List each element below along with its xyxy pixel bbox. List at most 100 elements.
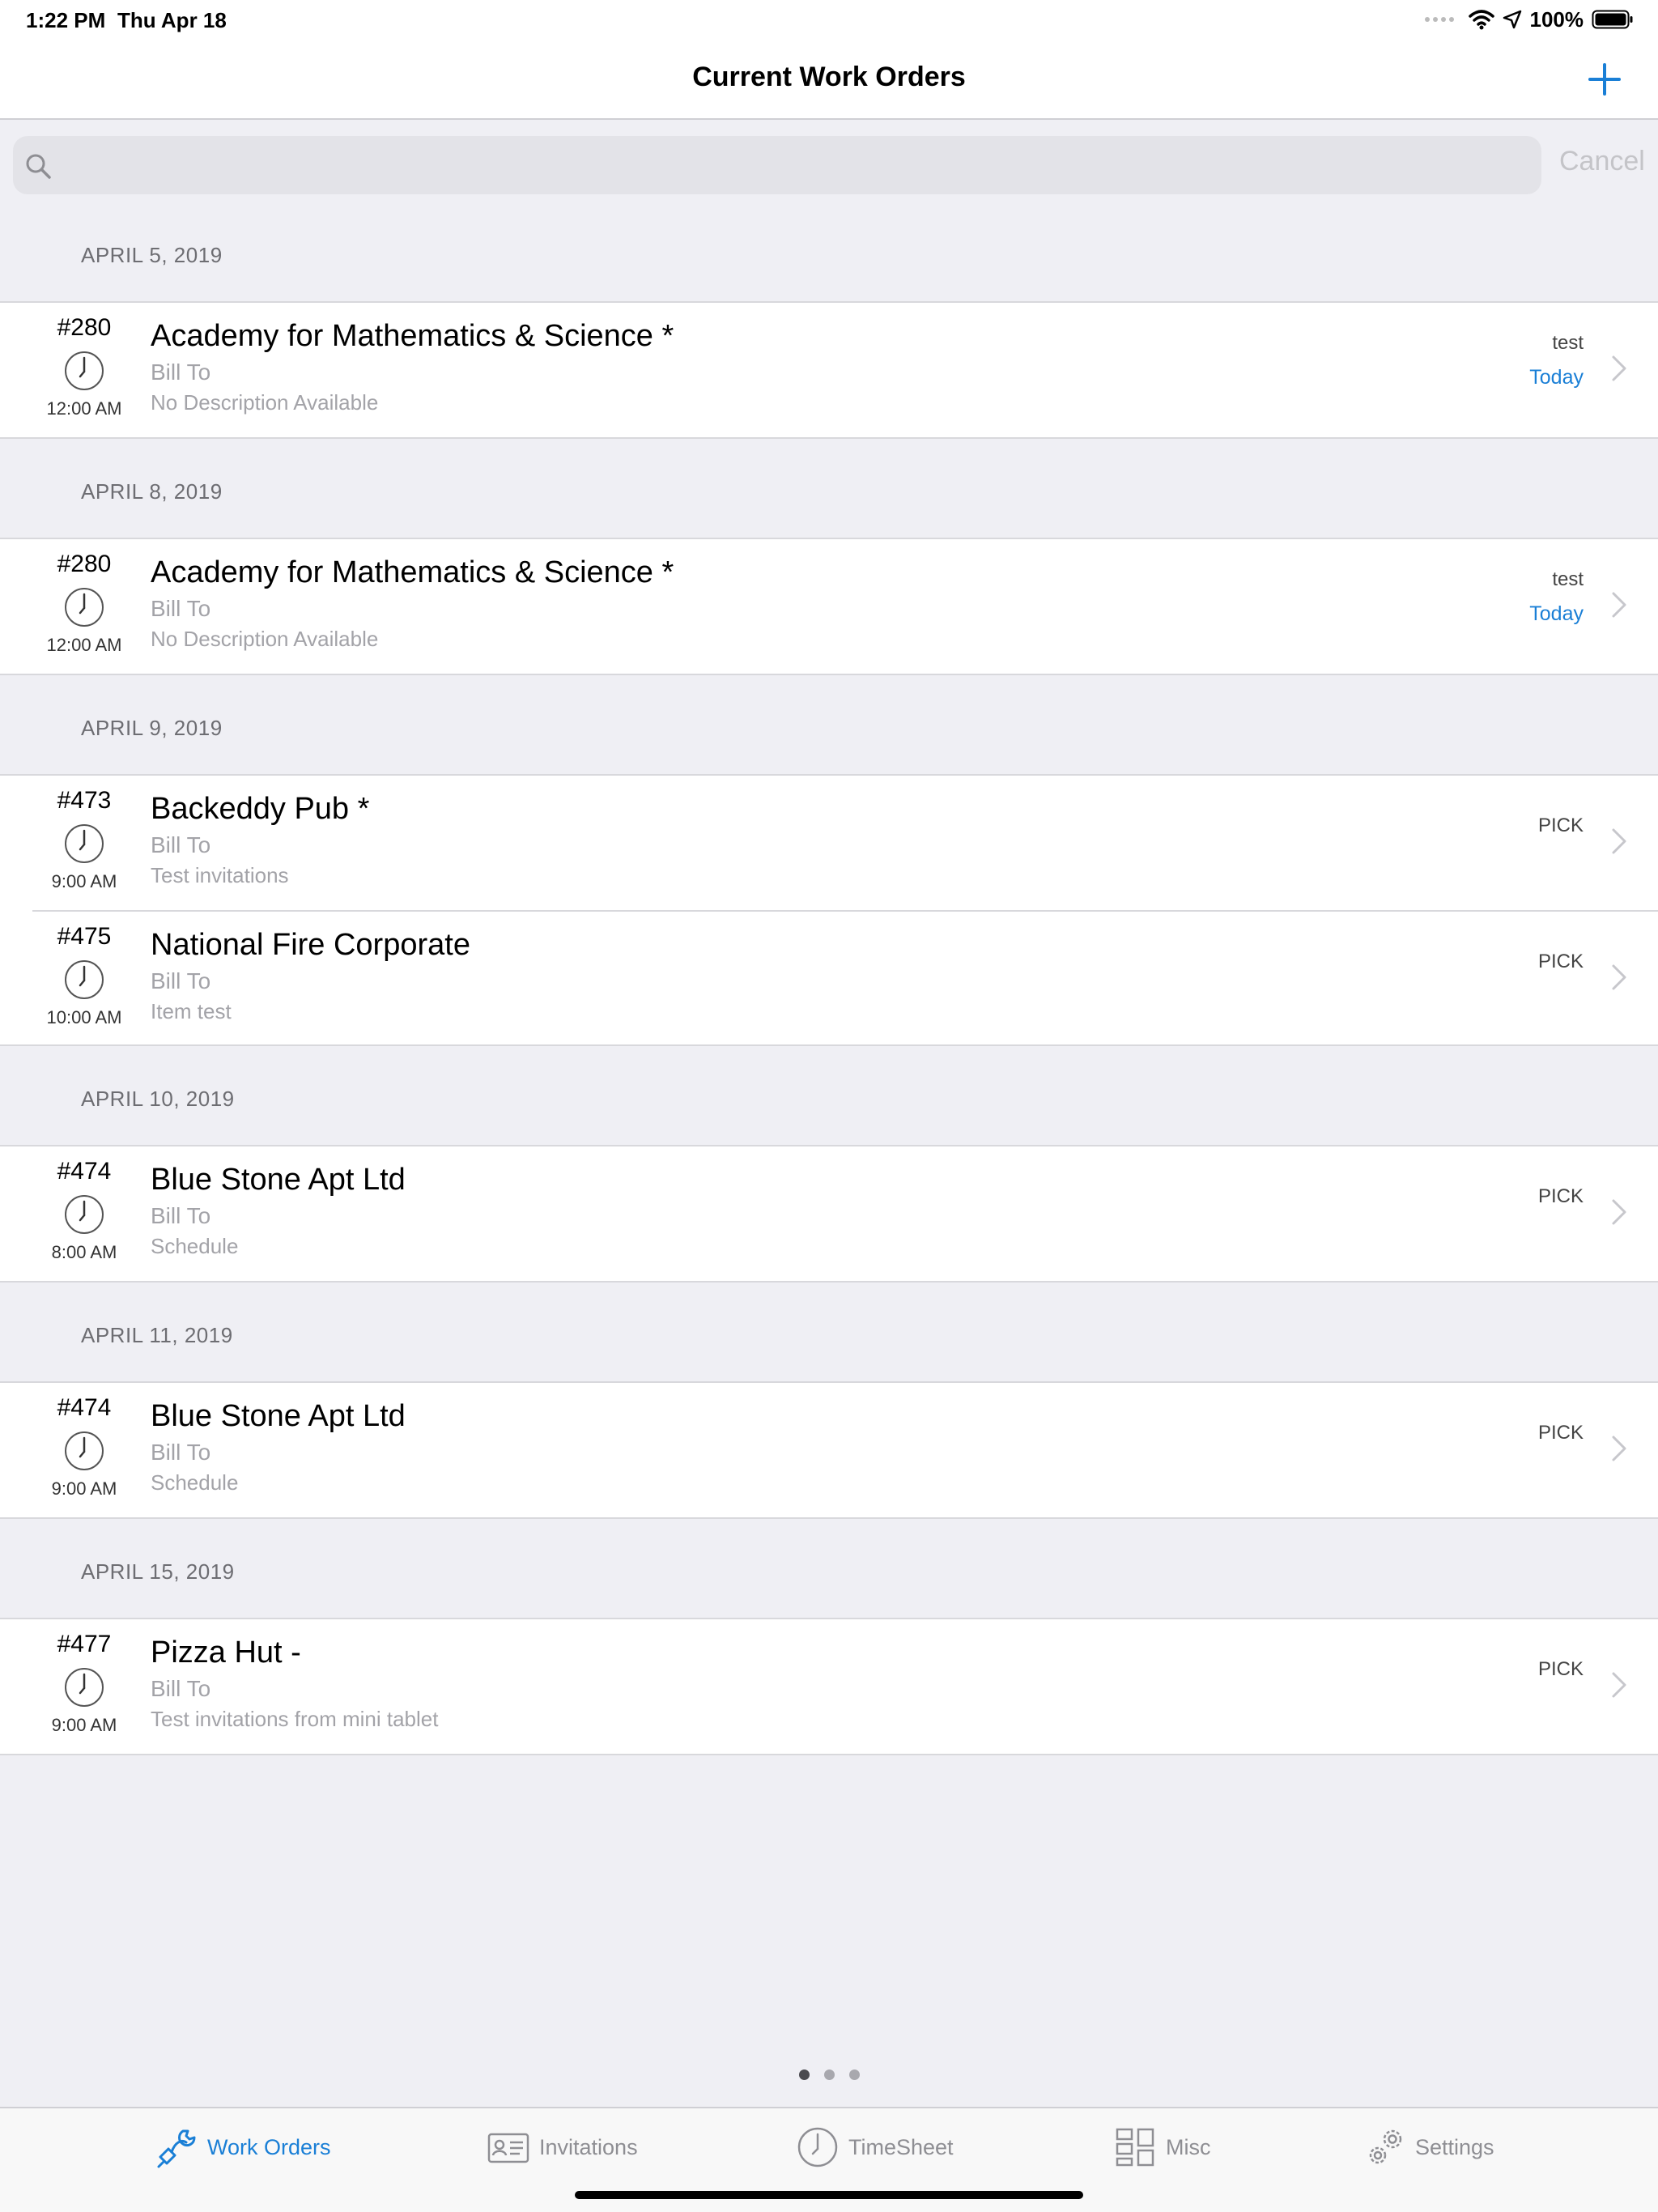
page-title: Current Work Orders <box>692 62 966 92</box>
clock-icon <box>65 1668 104 1707</box>
work-order-number: #474 <box>57 1394 112 1421</box>
clock-icon <box>65 1195 104 1234</box>
gears-icon <box>1369 2129 1402 2164</box>
chevron-right-icon <box>1612 1436 1626 1461</box>
search-icon <box>26 154 51 179</box>
navigation-bar: Current Work Orders <box>0 39 1658 120</box>
signal-icon <box>1424 17 1454 22</box>
bill-to-label: Bill To <box>151 1203 211 1228</box>
page-indicator[interactable] <box>0 2069 1658 2080</box>
section-rows: #280 12:00 AM Academy for Mathematics & Sc… <box>0 538 1658 675</box>
tab-work-orders[interactable]: Work Orders <box>154 2125 331 2170</box>
tab-timesheet[interactable]: TimeSheet <box>795 2125 954 2170</box>
section-date: APRIL 10, 2019 <box>81 1087 235 1111</box>
tab-label: TimeSheet <box>848 2134 954 2159</box>
tab-settings[interactable]: Settings <box>1362 2125 1494 2170</box>
section-rows: #477 9:00 AM Pizza Hut - Bill To Test invita… <box>0 1618 1658 1755</box>
section-header: APRIL 9, 2019 <box>0 675 1658 774</box>
work-order-time: 9:00 AM <box>51 1478 117 1499</box>
work-order-number: #280 <box>57 314 112 341</box>
section-header: APRIL 8, 2019 <box>0 439 1658 538</box>
section-header: APRIL 11, 2019 <box>0 1283 1658 1381</box>
search-input[interactable] <box>63 144 1520 186</box>
add-work-order-button[interactable] <box>1582 57 1627 102</box>
bill-to-label: Bill To <box>151 1676 211 1701</box>
work-order-number: #475 <box>57 923 112 950</box>
page-dot <box>823 2069 835 2080</box>
clock-icon <box>65 824 104 863</box>
tab-label: Invitations <box>539 2134 638 2159</box>
work-order-description: No Description Available <box>151 390 379 415</box>
work-order-description: Test invitations <box>151 863 289 887</box>
work-order-row[interactable]: #474 8:00 AM Blue Stone Apt Ltd Bill To Sche… <box>0 1146 1658 1281</box>
work-order-row[interactable]: #280 12:00 AM Academy for Mathematics & Sc… <box>0 303 1658 437</box>
section-date: APRIL 11, 2019 <box>81 1323 233 1347</box>
work-order-row[interactable]: #474 9:00 AM Blue Stone Apt Ltd Bill To Sche… <box>0 1383 1658 1517</box>
location-arrow-icon <box>1503 10 1521 29</box>
section-rows: #474 8:00 AM Blue Stone Apt Ltd Bill To Sche… <box>0 1145 1658 1283</box>
work-order-row[interactable]: #475 10:00 AM National Fire Corporate Bill … <box>32 910 1658 1044</box>
section-rows: #280 12:00 AM Academy for Mathematics & Sc… <box>0 301 1658 439</box>
bill-to-label: Bill To <box>151 832 211 857</box>
id-card-icon <box>487 2133 529 2163</box>
work-order-title: Blue Stone Apt Ltd <box>151 1399 406 1433</box>
wrench-plug-icon <box>157 2129 196 2168</box>
section-date: APRIL 5, 2019 <box>81 243 223 267</box>
section-header: APRIL 10, 2019 <box>0 1046 1658 1145</box>
cancel-button[interactable]: Cancel <box>1559 146 1645 177</box>
section-date: APRIL 15, 2019 <box>81 1559 235 1584</box>
tab-label: Misc <box>1166 2134 1211 2159</box>
status-time: 1:22 PM <box>26 8 106 32</box>
work-order-status: test <box>1552 332 1584 354</box>
work-order-title: Academy for Mathematics & Science * <box>151 555 674 589</box>
work-order-title: Backeddy Pub * <box>151 792 370 826</box>
bill-to-label: Bill To <box>151 596 211 621</box>
wifi-icon <box>1468 10 1494 30</box>
page-dot <box>798 2069 810 2080</box>
work-order-due: Today <box>1529 366 1584 389</box>
work-order-status: PICK <box>1537 951 1584 972</box>
app-window: 1:22 PM Thu Apr 18 100% Current Work Ord… <box>0 0 1658 2212</box>
tab-invitations[interactable]: Invitations <box>486 2125 638 2170</box>
home-indicator <box>575 2191 1083 2199</box>
section-rows: #474 9:00 AM Blue Stone Apt Ltd Bill To Sche… <box>0 1381 1658 1519</box>
status-bar: 1:22 PM Thu Apr 18 100% <box>0 0 1658 39</box>
work-order-time: 8:00 AM <box>51 1242 117 1262</box>
work-order-description: Test invitations from mini tablet <box>151 1707 439 1731</box>
work-order-number: #474 <box>57 1158 112 1185</box>
work-order-row[interactable]: #280 12:00 AM Academy for Mathematics & Sc… <box>0 539 1658 674</box>
work-order-number: #477 <box>57 1631 112 1657</box>
tab-label: Work Orders <box>207 2134 331 2159</box>
work-order-title: Pizza Hut - <box>151 1636 301 1670</box>
chevron-right-icon <box>1612 964 1626 990</box>
work-order-description: Schedule <box>151 1470 239 1495</box>
chevron-right-icon <box>1612 355 1626 381</box>
status-indicators: 100% <box>1424 6 1635 32</box>
chevron-right-icon <box>1612 1672 1626 1698</box>
work-order-status: PICK <box>1537 1422 1584 1444</box>
work-order-number: #473 <box>57 787 112 814</box>
work-order-row[interactable]: #473 9:00 AM Backeddy Pub * Bill To Test inv… <box>0 776 1658 910</box>
work-order-time: 9:00 AM <box>51 1715 117 1735</box>
page-dot <box>848 2069 860 2080</box>
section-date: APRIL 8, 2019 <box>81 479 223 504</box>
work-order-due: Today <box>1529 602 1584 625</box>
work-order-description: Schedule <box>151 1234 239 1258</box>
bill-to-label: Bill To <box>151 968 211 993</box>
work-order-title: Academy for Mathematics & Science * <box>151 319 674 353</box>
clock-icon <box>65 588 104 627</box>
tab-misc[interactable]: Misc <box>1112 2125 1211 2170</box>
section-header: APRIL 5, 2019 <box>0 202 1658 301</box>
section-rows: #473 9:00 AM Backeddy Pub * Bill To Test inv… <box>0 774 1658 1046</box>
work-order-row[interactable]: #477 9:00 AM Pizza Hut - Bill To Test invita… <box>0 1619 1658 1754</box>
battery-icon <box>1592 10 1633 29</box>
work-order-time: 12:00 AM <box>46 635 122 655</box>
search-field[interactable] <box>13 136 1541 194</box>
chevron-right-icon <box>1612 1199 1626 1225</box>
work-order-status: PICK <box>1537 1658 1584 1680</box>
clock-icon <box>65 351 104 390</box>
work-order-status: test <box>1552 568 1584 590</box>
work-order-list: APRIL 5, 2019 #280 12:00 AM Academy for Mat… <box>0 202 1658 1755</box>
work-order-time: 12:00 AM <box>46 398 122 419</box>
work-order-description: No Description Available <box>151 627 379 651</box>
